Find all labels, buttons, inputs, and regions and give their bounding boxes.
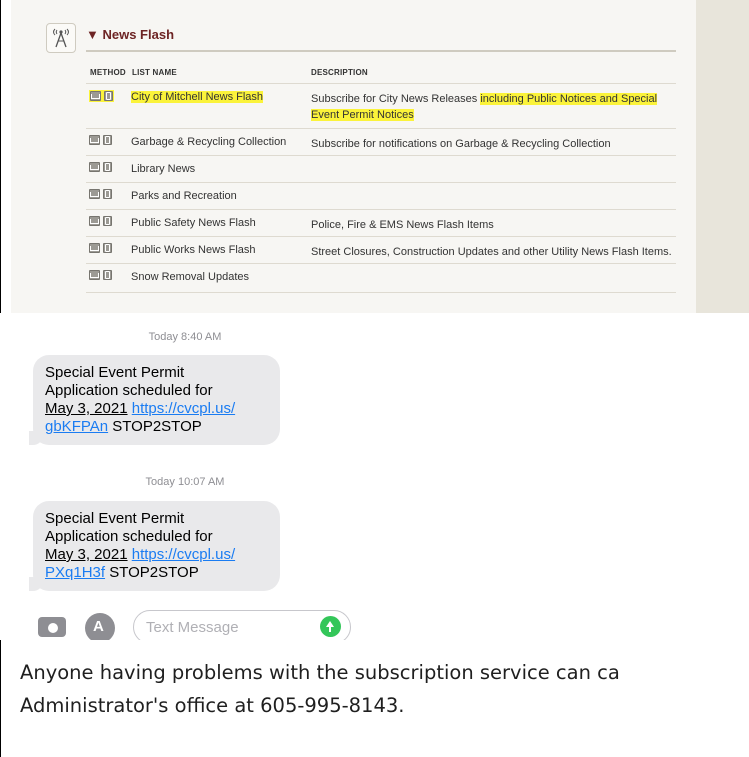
message-line: May 3, 2021 https://cvcpl.us/ <box>45 546 268 564</box>
message-timestamp: Today 8:40 AM <box>0 331 370 343</box>
list-description: Police, Fire & EMS News Flash Items <box>311 219 494 231</box>
paragraph-line: Administrator's office at 605-995-8143. <box>20 694 405 717</box>
column-header-description: DESCRIPTION <box>311 68 368 77</box>
broadcast-tower-icon <box>46 23 76 53</box>
list-name[interactable]: Public Works News Flash <box>131 244 256 256</box>
sms-phone-icon[interactable] <box>104 91 113 101</box>
message-timestamp: Today 10:07 AM <box>0 476 370 488</box>
timestamp-time: 8:40 AM <box>181 331 222 343</box>
table-row: Public Safety News Flash Police, Fire & … <box>86 209 676 235</box>
message-line: gbKFPAn STOP2STOP <box>45 418 268 436</box>
message-line: Special Event Permit <box>45 364 185 381</box>
email-icon[interactable] <box>89 135 100 145</box>
message-line: Application scheduled for <box>45 382 213 399</box>
email-icon[interactable] <box>89 189 100 199</box>
list-name[interactable]: City of Mitchell News Flash <box>131 91 264 103</box>
method-icons <box>89 189 112 199</box>
method-icons <box>89 135 112 145</box>
list-description: Street Closures, Construction Updates an… <box>311 246 672 258</box>
list-description: Subscribe for notifications on Garbage &… <box>311 138 611 150</box>
table-row: Snow Removal Updates <box>86 263 676 293</box>
table-row: Garbage & Recycling Collection Subscribe… <box>86 128 676 154</box>
email-icon[interactable] <box>89 243 100 253</box>
messages-screenshot: Today 8:40 AM Special Event Permit Appli… <box>0 313 370 640</box>
email-icon[interactable] <box>89 162 100 172</box>
page-sidebar-background <box>696 0 749 313</box>
table-row: Parks and Recreation <box>86 182 676 208</box>
list-name[interactable]: Public Safety News Flash <box>131 217 256 229</box>
send-icon[interactable] <box>320 616 341 637</box>
method-icons <box>89 216 112 226</box>
sms-phone-icon[interactable] <box>103 243 112 253</box>
timestamp-day: Today <box>145 476 175 488</box>
section-title[interactable]: ▼ News Flash <box>86 27 174 42</box>
email-icon[interactable] <box>89 270 100 280</box>
list-name[interactable]: Garbage & Recycling Collection <box>131 136 286 148</box>
table-row: Public Works News Flash Street Closures,… <box>86 236 676 262</box>
camera-icon[interactable] <box>38 617 66 637</box>
table-row: Library News <box>86 155 676 181</box>
email-icon[interactable] <box>89 216 100 226</box>
column-header-list-name: LIST NAME <box>132 68 177 77</box>
message-url-link[interactable]: https://cvcpl.us/ <box>132 400 235 417</box>
message-line: PXq1H3f STOP2STOP <box>45 564 268 582</box>
sms-phone-icon[interactable] <box>103 162 112 172</box>
section-divider <box>86 50 676 52</box>
sms-phone-icon[interactable] <box>103 135 112 145</box>
timestamp-day: Today <box>148 331 178 343</box>
column-header-method: METHOD <box>90 68 126 77</box>
message-bubble[interactable]: Special Event Permit Application schedul… <box>29 501 280 591</box>
method-icons <box>89 162 112 172</box>
document-paragraph: Anyone having problems with the subscrip… <box>20 656 749 722</box>
message-url-link[interactable]: https://cvcpl.us/ <box>132 546 235 563</box>
sms-phone-icon[interactable] <box>103 270 112 280</box>
email-icon[interactable] <box>90 91 101 101</box>
paragraph-line: Anyone having problems with the subscrip… <box>20 661 620 684</box>
message-date-link[interactable]: May 3, 2021 <box>45 546 128 563</box>
message-suffix: STOP2STOP <box>109 564 199 581</box>
message-line: May 3, 2021 https://cvcpl.us/ <box>45 400 268 418</box>
timestamp-time: 10:07 AM <box>177 476 225 488</box>
sms-phone-icon[interactable] <box>103 189 112 199</box>
description-text: Subscribe for City News Releases <box>311 93 481 105</box>
list-name[interactable]: Library News <box>131 163 195 175</box>
sms-phone-icon[interactable] <box>103 216 112 226</box>
message-line: Special Event Permit <box>45 510 185 527</box>
method-icons <box>89 243 112 253</box>
message-line: Application scheduled for <box>45 528 213 545</box>
method-icons <box>89 90 114 102</box>
message-bubble[interactable]: Special Event Permit Application schedul… <box>29 355 280 445</box>
list-description: Subscribe for City News Releases includi… <box>311 91 681 123</box>
text-message-input[interactable]: Text Message <box>133 610 351 640</box>
news-flash-screenshot: ▼ News Flash METHOD LIST NAME DESCRIPTIO… <box>11 0 749 313</box>
message-suffix: STOP2STOP <box>112 418 202 435</box>
app-store-icon[interactable] <box>85 613 115 640</box>
message-url-link[interactable]: gbKFPAn <box>45 418 108 435</box>
message-url-link[interactable]: PXq1H3f <box>45 564 105 581</box>
table-row: City of Mitchell News Flash Subscribe fo… <box>86 83 676 127</box>
message-composer: Text Message <box>0 605 370 640</box>
news-flash-panel: ▼ News Flash METHOD LIST NAME DESCRIPTIO… <box>11 0 696 313</box>
list-name[interactable]: Parks and Recreation <box>131 190 237 202</box>
message-date-link[interactable]: May 3, 2021 <box>45 400 128 417</box>
list-name[interactable]: Snow Removal Updates <box>131 271 249 283</box>
method-icons <box>89 270 112 280</box>
